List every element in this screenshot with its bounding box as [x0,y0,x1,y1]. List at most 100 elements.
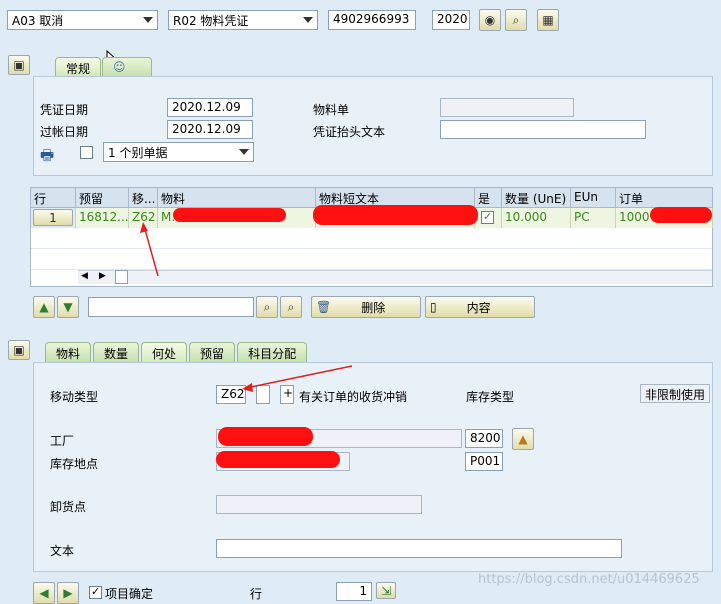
stock-type-field[interactable]: 非限制使用 [640,384,710,403]
plus-field[interactable]: + [280,385,294,404]
print-version-value: 1 个别单据 [108,146,168,160]
print-checkbox[interactable] [80,146,93,159]
item-ok-label: 项目确定 [105,587,154,601]
chevron-down-icon [303,17,313,23]
row-unit[interactable]: PC [571,208,616,228]
move-type-field[interactable]: Z62 [216,385,246,404]
tab-reservation[interactable]: 预留 [189,342,236,362]
grid-col-flag[interactable]: 是 [475,188,502,208]
collapse-icon: ▣ [13,343,25,357]
post-date-field[interactable]: 2020.12.09 [167,120,253,139]
grid-find-next-button[interactable]: ⌕ [280,296,302,318]
binoculars-icon: ⌕ [263,299,271,314]
plant-label: 工厂 [50,434,75,448]
stock-type-label: 库存类型 [466,390,515,404]
grid-col-unit[interactable]: EUn [571,188,616,208]
reference-select[interactable]: R02 物料凭证 [168,10,318,30]
prev-icon: ◀ [39,586,49,600]
doc-number-field[interactable]: 4902966993 [328,10,416,30]
item-text-field[interactable] [216,539,622,558]
row-reservation[interactable]: 16812... [76,208,129,228]
watermark: https://blog.csdn.net/u014469625 [478,572,700,587]
scroll-right-icon[interactable]: ▶ [99,271,106,281]
sloc-label: 库存地点 [50,457,99,471]
action-select[interactable]: A03 取消 [7,10,158,30]
plant-field[interactable]: 8200 [465,429,503,448]
chevron-down-icon [143,17,153,23]
select-all-button[interactable]: ▲ [33,296,55,318]
scroll-thumb[interactable] [115,270,128,284]
tab-label: 科目分配 [248,347,297,361]
grid-scrollbar[interactable] [78,270,712,284]
grid-find-button[interactable]: ⌕ [256,296,278,318]
tab-where[interactable]: 何处 [141,342,188,363]
tab-label: 何处 [152,347,177,361]
empty-row [31,229,712,249]
binoculars-icon: ⌕ [512,12,520,27]
row-flag-cell[interactable] [475,208,502,228]
header-text-field[interactable] [440,120,646,139]
material-slip-label: 物料单 [313,103,350,117]
tab-account-assignment[interactable]: 科目分配 [237,342,308,362]
chevron-down-icon [239,149,249,155]
row-flag-checkbox[interactable] [481,211,494,224]
prev-item-button[interactable]: ◀ [33,582,55,604]
sloc-field[interactable]: P001 [465,452,503,471]
material-slip-field[interactable] [440,98,574,117]
find-button[interactable]: ⌕ [505,9,527,31]
tab-label: 物料 [56,347,81,361]
grid-col-order[interactable]: 订单 [616,188,713,208]
grid-col-material[interactable]: 物料 [158,188,316,208]
detail-tabs: 物料 数量 何处 预留 科目分配 [45,342,308,363]
tab-general[interactable]: 常规 [55,57,102,77]
tab-general-label: 常规 [66,62,91,76]
grid-icon: ▦ [542,13,554,27]
doc-date-field[interactable]: 2020.12.09 [167,98,253,117]
trash-icon: 🗑 [316,300,332,314]
text-label: 文本 [50,544,75,558]
plant-info-button[interactable]: ▲ [512,428,534,450]
grid-col-qty[interactable]: 数量 (UnE) [502,188,571,208]
grid-search-input[interactable] [88,297,254,317]
tab-label: 数量 [104,347,129,361]
deselect-all-button[interactable]: ▼ [57,296,79,318]
empty-row [31,250,712,270]
year-field[interactable]: 2020 [432,10,470,30]
overview-button[interactable]: ▦ [537,9,559,31]
content-button[interactable]: ▯ 内容 [425,296,535,318]
next-icon: ▶ [63,586,73,600]
item-ok-checkbox[interactable] [89,586,102,599]
document-icon: ▯ [430,300,437,314]
tab-material[interactable]: 物料 [45,342,92,362]
execute-button[interactable]: ◉ [479,9,501,31]
grid-col-line[interactable]: 行 [31,188,76,208]
receipt-reversal-text: 有关订单的收货冲销 [299,390,408,404]
redaction-mark [218,427,313,446]
redaction-mark [173,208,286,222]
row-line-button[interactable]: 1 [33,209,73,226]
special-stock-field[interactable] [256,385,270,404]
row-line-cell[interactable]: 1 [31,208,76,228]
line-label: 行 [250,587,263,601]
delete-button[interactable]: 🗑 删除 [311,296,421,318]
deselect-all-icon: ▼ [63,300,73,314]
detail-collapse-button[interactable]: ▣ [8,340,30,360]
header-collapse-button[interactable]: ▣ [8,55,30,75]
scroll-left-icon[interactable]: ◀ [81,271,88,281]
row-movement[interactable]: Z62 [129,208,158,228]
tab-label: 预留 [200,347,225,361]
grid-col-movement[interactable]: 移... [129,188,158,208]
row-qty[interactable]: 10.000 [502,208,571,228]
print-version-select[interactable]: 1 个别单据 [103,142,254,162]
tab-partner[interactable]: ☺ [102,57,152,77]
goto-line-button[interactable]: ⇲ [376,582,396,599]
printer-icon[interactable]: 🖶 [40,145,54,170]
header-text-label: 凭证抬头文本 [313,125,386,139]
tab-quantity[interactable]: 数量 [93,342,140,362]
line-field[interactable]: 1 [336,582,372,601]
grid-col-reservation[interactable]: 预留 [76,188,129,208]
unload-label: 卸货点 [50,500,87,514]
collapse-icon: ▣ [13,58,25,72]
unload-field[interactable] [216,495,422,514]
next-item-button[interactable]: ▶ [57,582,79,604]
